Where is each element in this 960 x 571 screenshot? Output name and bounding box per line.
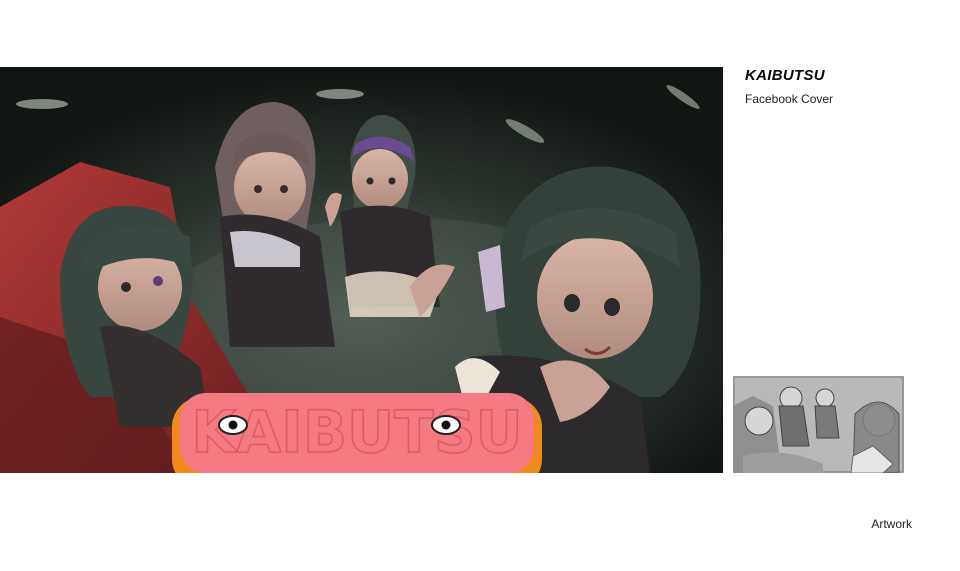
sketch-thumbnail[interactable] <box>733 376 904 473</box>
eye-icon <box>431 415 461 435</box>
sketch-thumbnail-icon <box>733 376 904 473</box>
project-subtitle: Facebook Cover <box>745 92 834 106</box>
artwork-link[interactable]: Artwork <box>871 517 912 531</box>
artwork-image: KAIBUTSU <box>0 67 723 473</box>
kaibutsu-logo: KAIBUTSU <box>172 393 542 473</box>
project-info: KAIBUTSU Facebook Cover <box>745 66 945 107</box>
artwork-illustration: KAIBUTSU <box>0 67 723 473</box>
eye-icon <box>218 415 248 435</box>
project-title: KAIBUTSU <box>745 67 825 84</box>
